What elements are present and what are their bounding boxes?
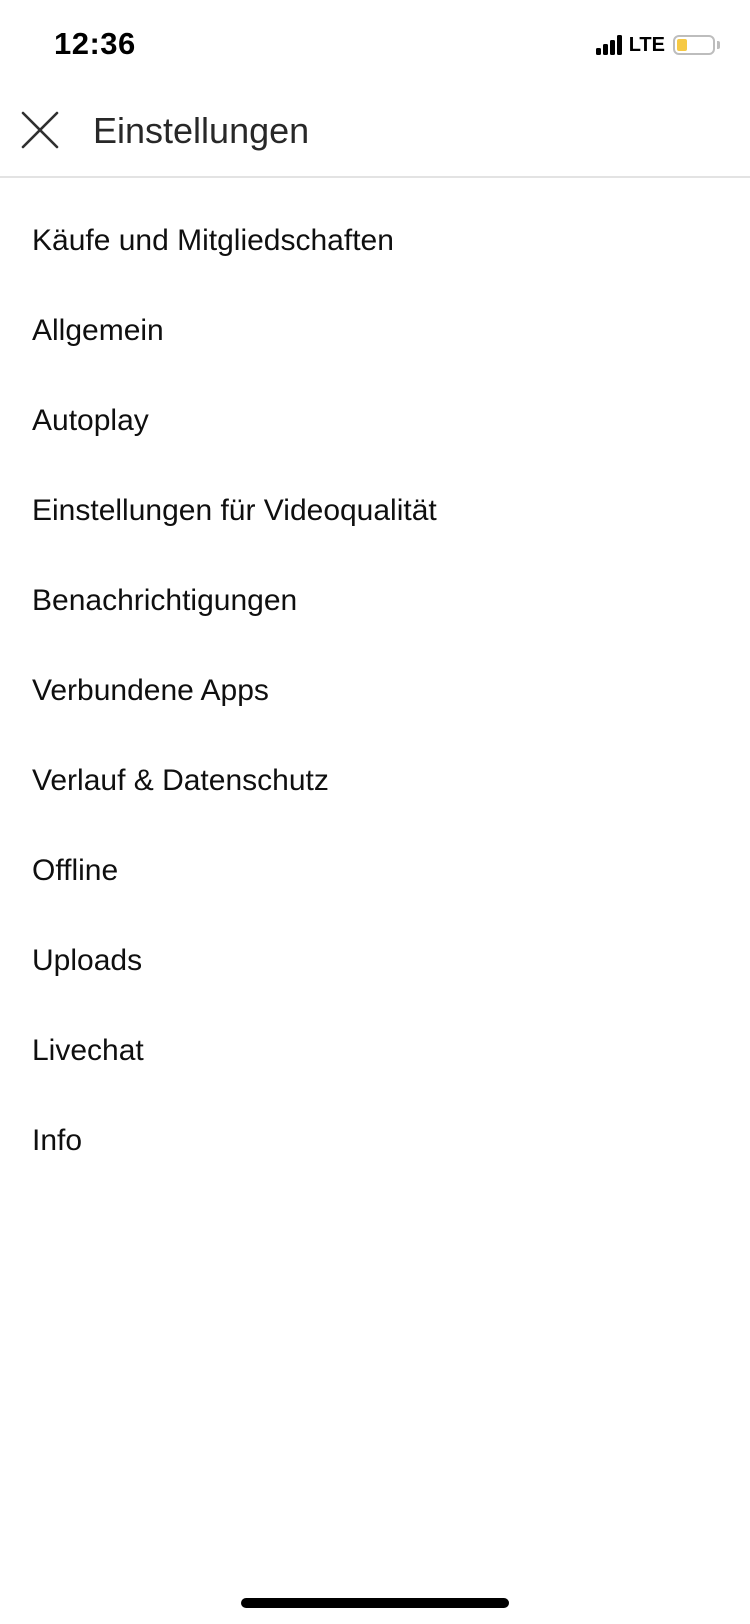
menu-item-general[interactable]: Allgemein	[0, 286, 750, 376]
menu-item-video-quality[interactable]: Einstellungen für Videoqualität	[0, 466, 750, 556]
battery-level	[677, 39, 687, 51]
menu-item-autoplay[interactable]: Autoplay	[0, 376, 750, 466]
menu-item-history-privacy[interactable]: Verlauf & Datenschutz	[0, 736, 750, 826]
menu-item-connected-apps[interactable]: Verbundene Apps	[0, 646, 750, 736]
menu-item-notifications[interactable]: Benachrichtigungen	[0, 556, 750, 646]
menu-item-purchases-memberships[interactable]: Käufe und Mitgliedschaften	[0, 196, 750, 286]
settings-header: Einstellungen	[0, 90, 750, 178]
status-indicators: LTE	[595, 32, 720, 58]
battery-tip	[717, 41, 720, 49]
cellular-signal-icon	[595, 35, 622, 55]
status-time: 12:36	[54, 26, 136, 61]
close-icon	[21, 111, 59, 149]
status-bar: 12:36 LTE	[0, 0, 750, 90]
battery-icon	[673, 35, 715, 55]
menu-item-info[interactable]: Info	[0, 1096, 750, 1186]
network-type-label: LTE	[628, 34, 665, 56]
close-button[interactable]	[14, 104, 66, 156]
page-title: Einstellungen	[93, 110, 310, 151]
menu-item-uploads[interactable]: Uploads	[0, 916, 750, 1006]
menu-item-offline[interactable]: Offline	[0, 826, 750, 916]
home-indicator[interactable]	[241, 1598, 509, 1608]
settings-menu: Käufe und Mitgliedschaften Allgemein Aut…	[0, 196, 750, 1186]
menu-item-livechat[interactable]: Livechat	[0, 1006, 750, 1096]
